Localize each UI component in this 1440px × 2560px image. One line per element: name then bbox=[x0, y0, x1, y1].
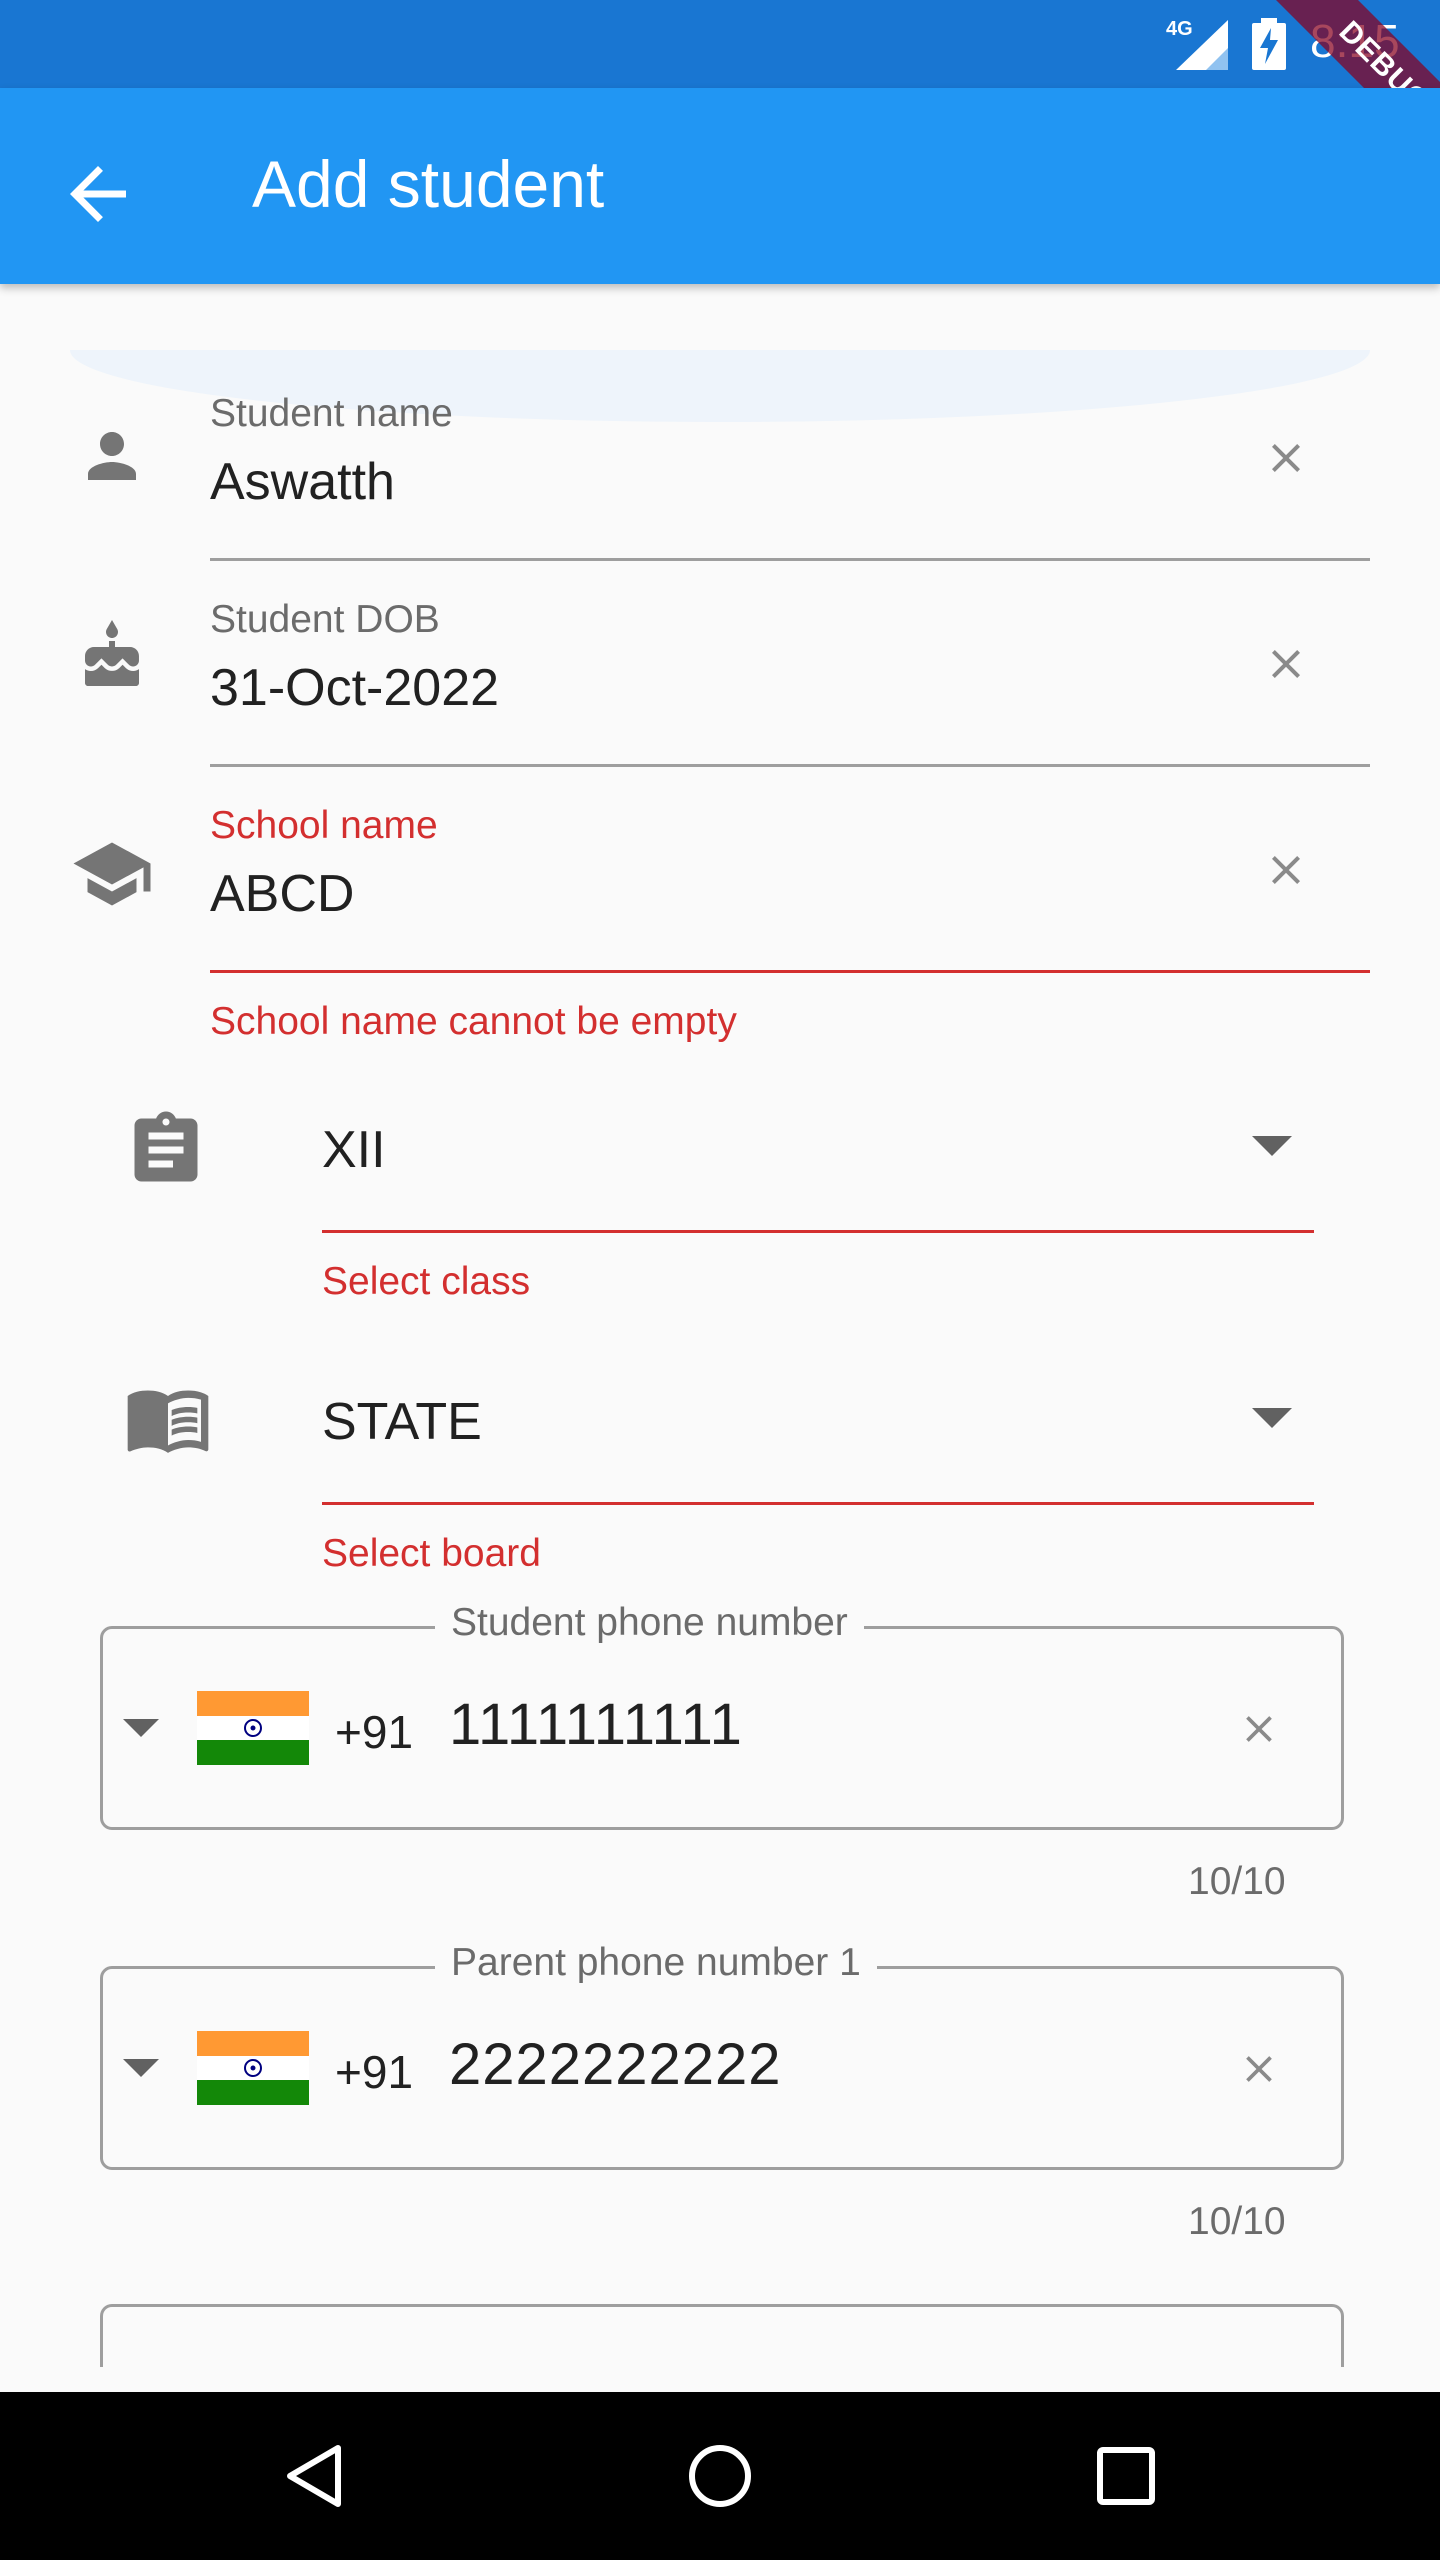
school-name-error: School name cannot be empty bbox=[210, 1000, 737, 1043]
country-code: +91 bbox=[335, 1706, 414, 1758]
underline bbox=[322, 1230, 1314, 1233]
student-phone-field[interactable]: Student phone number +91 1111111111 bbox=[100, 1601, 1344, 1830]
underline bbox=[210, 558, 1370, 561]
parent-phone-1-field[interactable]: Parent phone number 1 +91 2222222222 bbox=[100, 1941, 1344, 2170]
parent-phone-1-counter: 10/10 bbox=[1188, 2200, 1286, 2243]
next-phone-field[interactable] bbox=[100, 2304, 1344, 2367]
student-dob-label: Student DOB bbox=[210, 598, 440, 641]
parent-phone-1-input[interactable]: 2222222222 bbox=[449, 2031, 782, 2098]
board-selected-value[interactable]: STATE bbox=[322, 1392, 482, 1452]
clear-icon[interactable] bbox=[1237, 1707, 1281, 1751]
nav-back-icon[interactable] bbox=[278, 2440, 350, 2512]
battery-charging-icon bbox=[1252, 18, 1286, 70]
student-name-input[interactable]: Aswatth bbox=[210, 452, 395, 512]
signal-icon bbox=[1176, 20, 1228, 70]
app-bar: Add student bbox=[0, 88, 1440, 284]
country-code: +91 bbox=[335, 2046, 414, 2098]
dropdown-arrow-icon[interactable] bbox=[1252, 1408, 1292, 1428]
school-name-input[interactable]: ABCD bbox=[210, 864, 354, 924]
nav-recents-icon[interactable] bbox=[1090, 2440, 1162, 2512]
nav-home-icon[interactable] bbox=[684, 2440, 756, 2512]
system-nav-bar bbox=[0, 2392, 1440, 2560]
country-dropdown-arrow-icon[interactable] bbox=[123, 1719, 159, 1737]
underline bbox=[210, 970, 1370, 973]
page-title: Add student bbox=[252, 147, 605, 221]
class-error: Select class bbox=[322, 1260, 531, 1303]
india-flag-icon[interactable] bbox=[197, 2031, 309, 2105]
underline bbox=[322, 1502, 1314, 1505]
book-icon bbox=[127, 1390, 209, 1453]
assignment-icon bbox=[134, 1111, 198, 1182]
underline bbox=[210, 764, 1370, 767]
class-selected-value[interactable]: XII bbox=[322, 1120, 386, 1180]
india-flag-icon[interactable] bbox=[197, 1691, 309, 1765]
clear-icon[interactable] bbox=[1262, 640, 1310, 688]
parent-phone-1-label: Parent phone number 1 bbox=[435, 1941, 877, 1985]
school-name-label: School name bbox=[210, 804, 438, 847]
board-error: Select board bbox=[322, 1532, 541, 1575]
student-dob-input[interactable]: 31-Oct-2022 bbox=[210, 658, 499, 718]
student-phone-counter: 10/10 bbox=[1188, 1860, 1286, 1903]
person-icon bbox=[88, 432, 136, 480]
school-icon bbox=[73, 842, 151, 906]
country-dropdown-arrow-icon[interactable] bbox=[123, 2059, 159, 2077]
status-time: 8:15 bbox=[1310, 15, 1400, 67]
back-arrow-icon[interactable] bbox=[56, 152, 140, 236]
student-name-label: Student name bbox=[210, 392, 453, 435]
dropdown-arrow-icon[interactable] bbox=[1252, 1136, 1292, 1156]
clear-icon[interactable] bbox=[1262, 434, 1310, 482]
clear-icon[interactable] bbox=[1262, 846, 1310, 894]
status-bar: 4G 8:15 bbox=[0, 0, 1440, 88]
cake-icon bbox=[85, 620, 139, 686]
student-phone-label: Student phone number bbox=[435, 1601, 864, 1645]
student-phone-input[interactable]: 1111111111 bbox=[449, 1691, 743, 1758]
clear-icon[interactable] bbox=[1237, 2047, 1281, 2091]
